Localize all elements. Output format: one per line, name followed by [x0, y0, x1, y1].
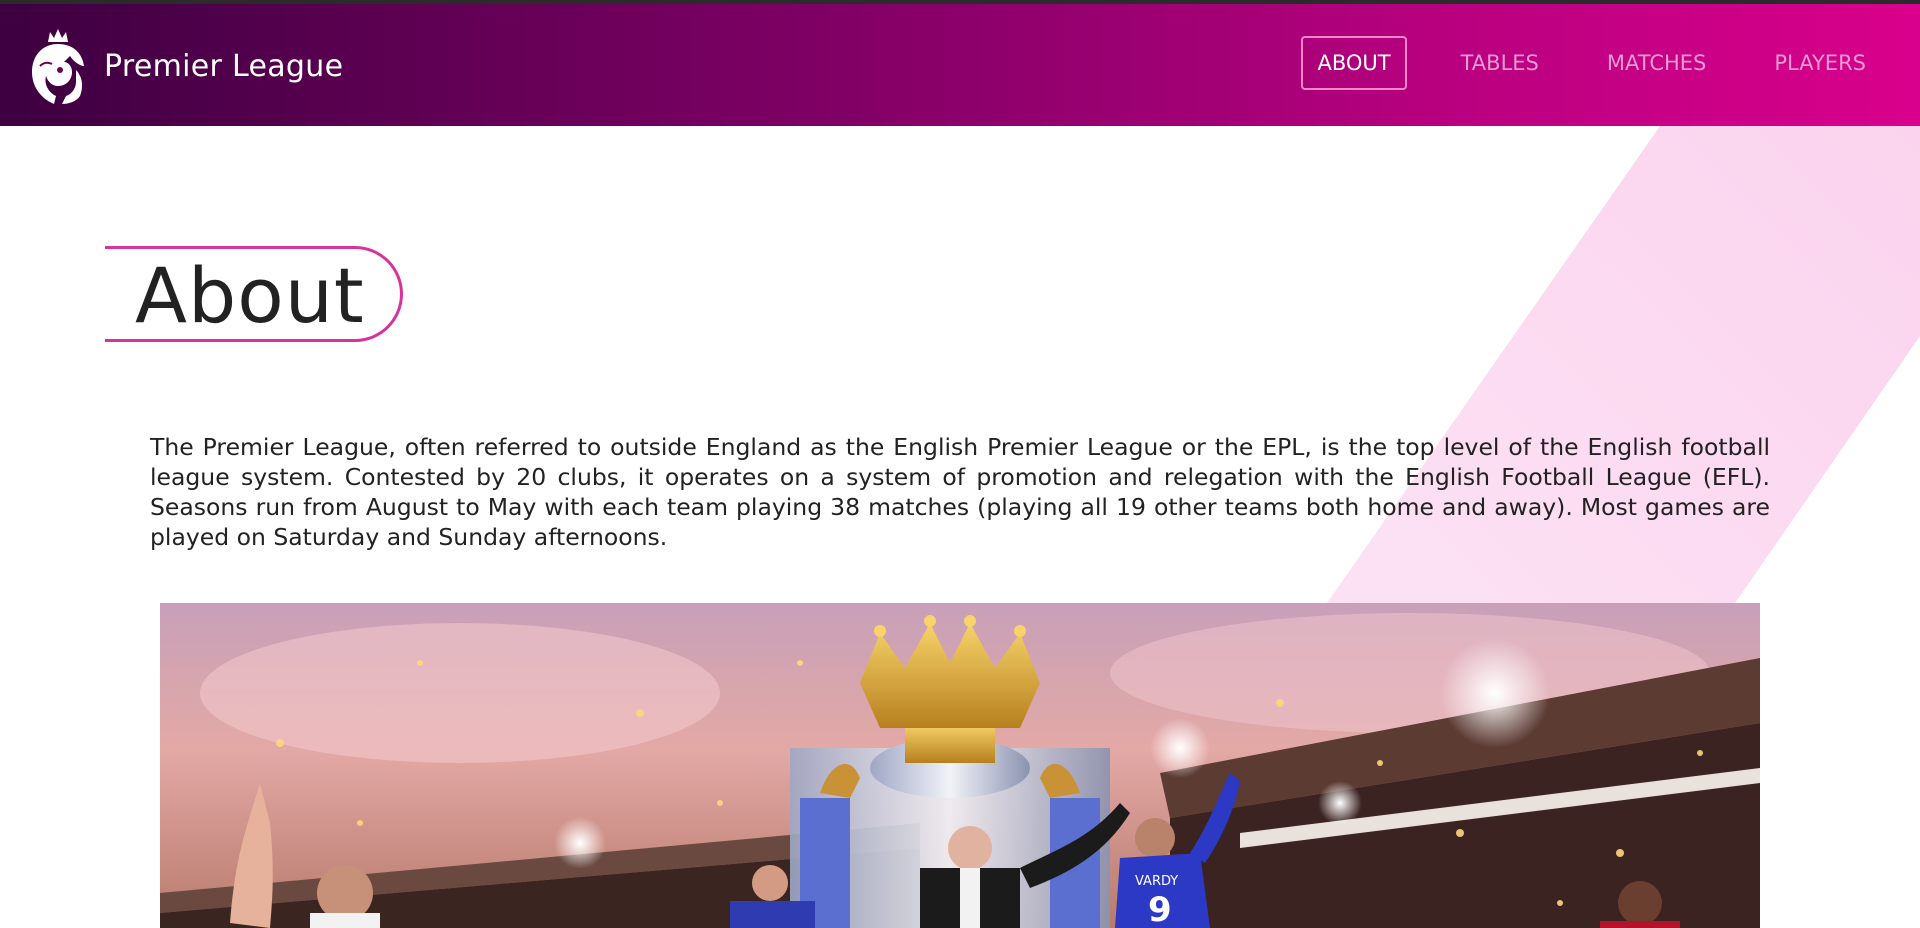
page-title: About	[135, 251, 365, 340]
nav-link-about[interactable]: ABOUT	[1301, 36, 1407, 90]
trophy-celebration-image: VARDY 9	[160, 603, 1760, 928]
main-nav: ABOUT TABLES MATCHES PLAYERS	[1301, 36, 1880, 90]
lion-crown-icon	[32, 29, 84, 104]
navbar: Premier League ABOUT TABLES MATCHES PLAY…	[0, 4, 1920, 126]
shirt-number-text: 9	[1148, 890, 1172, 928]
nav-link-matches[interactable]: MATCHES	[1593, 37, 1721, 89]
brand[interactable]: Premier League	[26, 26, 343, 106]
shirt-name-text: VARDY	[1135, 874, 1178, 889]
hero-image: VARDY 9	[160, 603, 1760, 928]
nav-link-tables[interactable]: TABLES	[1447, 37, 1553, 89]
brand-name: Premier League	[104, 48, 344, 84]
about-heading-frame: About	[105, 246, 403, 342]
main-content: About The Premier League, often referred…	[0, 126, 1920, 928]
nav-link-players[interactable]: PLAYERS	[1760, 37, 1880, 89]
about-description: The Premier League, often referred to ou…	[150, 433, 1770, 551]
